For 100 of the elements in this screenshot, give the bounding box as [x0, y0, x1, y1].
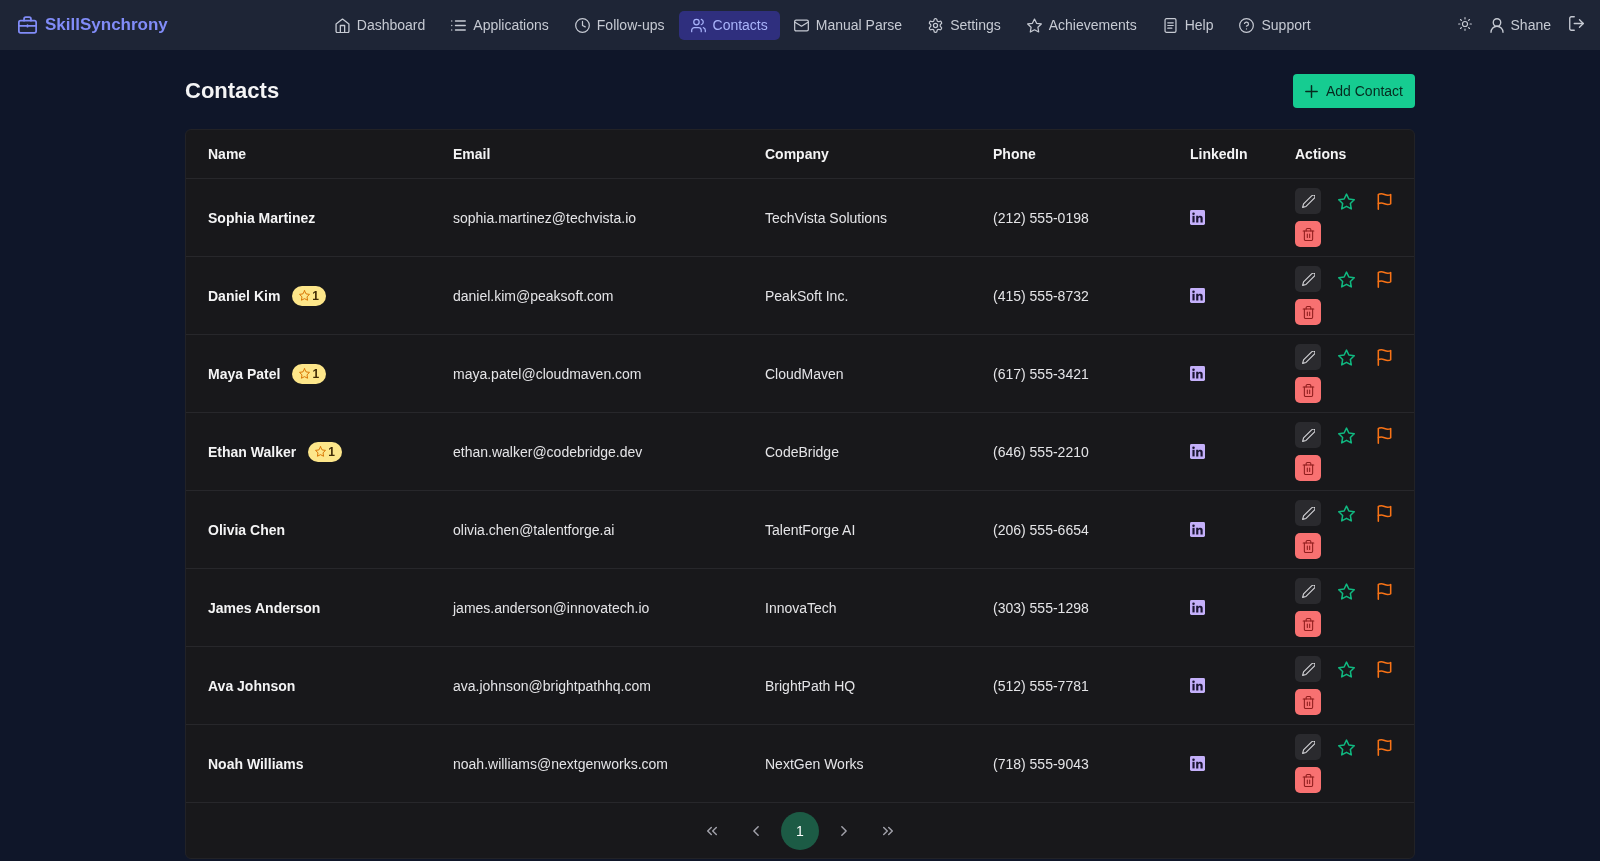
- trash-icon: [1301, 773, 1315, 787]
- phone-number: (512) 555-7781: [993, 677, 1089, 694]
- email-address: olivia.chen@talentforge.ai: [453, 521, 615, 538]
- star-icon[interactable]: [1337, 270, 1355, 288]
- document-icon: [1162, 17, 1178, 33]
- phone-number: (617) 555-3421: [993, 365, 1089, 382]
- column-header: LinkedIn: [1190, 146, 1248, 162]
- edit-button[interactable]: [1295, 344, 1321, 370]
- page-title: Contacts: [185, 78, 280, 104]
- flag-icon[interactable]: [1376, 192, 1392, 210]
- delete-button[interactable]: [1295, 611, 1321, 637]
- star-icon[interactable]: [1337, 192, 1355, 210]
- star-icon[interactable]: [1337, 504, 1355, 522]
- linkedin-icon[interactable]: [1190, 756, 1205, 771]
- edit-button[interactable]: [1295, 422, 1321, 448]
- nav-tab[interactable]: Contacts: [678, 10, 780, 40]
- page-button[interactable]: 1: [781, 811, 819, 850]
- pencil-icon: [1301, 506, 1315, 520]
- linkedin-icon[interactable]: [1190, 522, 1205, 537]
- email-address: james.anderson@innovatech.io: [453, 599, 650, 616]
- add-contact-button[interactable]: Add Contact: [1292, 74, 1415, 108]
- briefcase-icon: [18, 16, 37, 34]
- sun-icon[interactable]: [1457, 16, 1472, 31]
- delete-button[interactable]: [1295, 377, 1321, 403]
- trash-icon: [1301, 305, 1315, 319]
- logout-icon[interactable]: [1569, 16, 1584, 31]
- star-icon[interactable]: [1337, 738, 1355, 756]
- linkedin-icon[interactable]: [1190, 600, 1205, 615]
- star-icon: [299, 368, 311, 379]
- phone-number: (212) 555-0198: [993, 209, 1089, 226]
- plus-icon: [1304, 84, 1318, 98]
- edit-button[interactable]: [1295, 734, 1321, 760]
- flag-icon[interactable]: [1376, 582, 1392, 600]
- badge-count: 1: [328, 444, 335, 459]
- star-icon[interactable]: [1337, 426, 1355, 444]
- user-menu[interactable]: Shane: [1489, 17, 1551, 33]
- flag-icon[interactable]: [1376, 738, 1392, 756]
- flag-icon[interactable]: [1376, 504, 1392, 522]
- company-name: NextGen Works: [765, 755, 864, 772]
- delete-button[interactable]: [1295, 221, 1321, 247]
- column-header: Actions: [1295, 146, 1347, 162]
- flag-icon[interactable]: [1376, 270, 1392, 288]
- nav-tab[interactable]: Manual Parse: [781, 10, 915, 40]
- linkedin-icon[interactable]: [1190, 678, 1205, 693]
- linkedin-icon[interactable]: [1190, 366, 1205, 381]
- contact-name: Sophia Martinez: [208, 209, 316, 226]
- delete-button[interactable]: [1295, 533, 1321, 559]
- envelope-icon: [793, 17, 809, 33]
- delete-button[interactable]: [1295, 455, 1321, 481]
- contact-name: Olivia Chen: [208, 521, 286, 538]
- chevron-right-icon[interactable]: [839, 825, 849, 836]
- trash-icon: [1301, 461, 1315, 475]
- app-logo-text[interactable]: SkillSynchrony: [45, 15, 168, 35]
- double-chevron-right-icon[interactable]: [883, 825, 893, 836]
- column-header: Company: [765, 146, 829, 162]
- nav-tab[interactable]: Dashboard: [322, 10, 438, 40]
- company-name: PeakSoft Inc.: [765, 287, 849, 304]
- edit-button[interactable]: [1295, 266, 1321, 292]
- nav-tab[interactable]: Follow-ups: [562, 10, 677, 40]
- trash-icon: [1301, 617, 1315, 631]
- nav-tab[interactable]: Applications: [439, 10, 561, 40]
- phone-number: (206) 555-6654: [993, 521, 1089, 538]
- star-icon: [299, 290, 311, 301]
- column-header: Email: [453, 146, 491, 162]
- star-icon[interactable]: [1337, 660, 1355, 678]
- house-icon: [334, 17, 350, 33]
- star-icon[interactable]: [1337, 348, 1355, 366]
- user-icon: [1489, 17, 1504, 33]
- nav-tab[interactable]: Settings: [916, 10, 1013, 40]
- linkedin-icon[interactable]: [1190, 210, 1205, 225]
- edit-button[interactable]: [1295, 500, 1321, 526]
- edit-button[interactable]: [1295, 656, 1321, 682]
- users-icon: [690, 17, 706, 33]
- pencil-icon: [1301, 272, 1315, 286]
- pencil-icon: [1301, 194, 1315, 208]
- delete-button[interactable]: [1295, 689, 1321, 715]
- delete-button[interactable]: [1295, 299, 1321, 325]
- nav-tab[interactable]: Help: [1150, 10, 1226, 40]
- pencil-icon: [1301, 428, 1315, 442]
- phone-number: (415) 555-8732: [993, 287, 1089, 304]
- contact-name: Daniel Kim: [208, 287, 281, 304]
- phone-number: (718) 555-9043: [993, 755, 1089, 772]
- pencil-icon: [1301, 350, 1315, 364]
- email-address: noah.williams@nextgenworks.com: [453, 755, 668, 772]
- email-address: maya.patel@cloudmaven.com: [453, 365, 642, 382]
- linkedin-icon[interactable]: [1190, 288, 1205, 303]
- contact-name: James Anderson: [208, 599, 321, 616]
- double-chevron-left-icon[interactable]: [707, 825, 717, 836]
- flag-icon[interactable]: [1376, 426, 1392, 444]
- nav-tab[interactable]: Achievements: [1014, 10, 1149, 40]
- linkedin-icon[interactable]: [1190, 444, 1205, 459]
- edit-button[interactable]: [1295, 188, 1321, 214]
- star-icon[interactable]: [1337, 582, 1355, 600]
- pencil-icon: [1301, 740, 1315, 754]
- flag-icon[interactable]: [1376, 660, 1392, 678]
- edit-button[interactable]: [1295, 578, 1321, 604]
- chevron-left-icon[interactable]: [751, 825, 761, 836]
- nav-tab[interactable]: Support: [1227, 10, 1323, 40]
- delete-button[interactable]: [1295, 767, 1321, 793]
- flag-icon[interactable]: [1376, 348, 1392, 366]
